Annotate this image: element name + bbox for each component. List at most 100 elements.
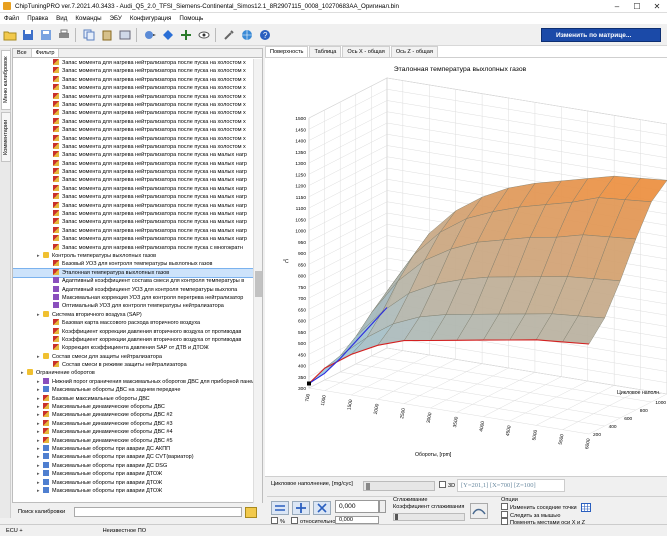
copy-icon[interactable] [81, 27, 97, 43]
tab-table[interactable]: Таблица [309, 46, 342, 57]
arrows-icon[interactable] [178, 27, 194, 43]
surface-plot[interactable]: Эталонная температура выхлопных газов 300… [265, 57, 667, 475]
equal-button[interactable] [271, 501, 289, 515]
tree-item[interactable]: Эталонная температура выхлопных газов [13, 267, 253, 279]
tree-item[interactable]: ▸ Максимальные обороты при аварии ДТОЖ [13, 486, 253, 495]
tree-item[interactable]: Запас момента для нагрева нейтрализатора… [13, 59, 253, 67]
compare-icon[interactable] [117, 27, 133, 43]
surface-chart-svg[interactable]: Эталонная температура выхлопных газов 300… [265, 58, 667, 476]
tree-item[interactable]: ▸ Максимальные обороты при аварии ДТОЖ [13, 478, 253, 487]
tree-item[interactable]: Адаптивный коэффициент УОЗ для контроля … [13, 285, 253, 294]
tree-item[interactable]: Состав смеси в режиме защиты нейтрализат… [13, 361, 253, 369]
tree-item[interactable]: Запас момента для нагрева нейтрализатора… [13, 210, 253, 218]
tab-axis-z[interactable]: Ось Z - общая [390, 46, 438, 57]
tree-item[interactable]: Запас момента для нагрева нейтрализатора… [13, 151, 253, 159]
save-all-icon[interactable] [38, 27, 54, 43]
calibration-tree[interactable]: Запас момента для нагрева нейтрализатора… [13, 59, 253, 503]
tree-item[interactable]: Запас момента для нагрева нейтрализатора… [13, 75, 253, 84]
menu-file[interactable]: Файл [0, 15, 23, 22]
tree-item[interactable]: Запас момента для нагрева нейтрализатора… [13, 235, 253, 243]
diamond-icon[interactable] [160, 27, 176, 43]
scroll-thumb[interactable] [255, 271, 262, 297]
tree-item[interactable]: ▸ Максимальные динамические обороты ДВС [13, 403, 253, 411]
tree-item[interactable]: ▸ Максимальные обороты при аварии ДС DSG [13, 461, 253, 470]
tab-filter[interactable]: Фильтр [31, 49, 60, 57]
three-d-checkbox[interactable] [439, 481, 446, 488]
ecu-connect-icon[interactable] [142, 27, 158, 43]
follow-mouse-checkbox[interactable] [501, 511, 508, 518]
tree-item[interactable]: Коэффициент коррекции давления вторичног… [13, 327, 253, 336]
relative-checkbox[interactable] [291, 517, 298, 524]
fill-slider[interactable] [363, 481, 435, 491]
menu-help[interactable]: Помощь [175, 15, 207, 22]
swap-axes-checkbox[interactable] [501, 518, 508, 525]
relative-value-input[interactable]: 0,000 [335, 516, 379, 524]
minimize-button[interactable]: – [607, 0, 627, 13]
search-input[interactable] [74, 507, 242, 517]
tree-item[interactable]: Запас момента для нагрева нейтрализатора… [13, 134, 253, 143]
grid-icon[interactable] [581, 503, 591, 512]
percent-checkbox[interactable] [271, 517, 278, 524]
tree-item[interactable]: Запас момента для нагрева нейтрализатора… [13, 126, 253, 134]
globe-icon[interactable] [239, 27, 255, 43]
open-folder-icon[interactable] [2, 27, 18, 43]
tree-item[interactable]: Запас момента для нагрева нейтрализатора… [13, 168, 253, 176]
tree-item[interactable]: Запас момента для нагрева нейтрализатора… [13, 84, 253, 92]
tools-icon[interactable] [221, 27, 237, 43]
edit-by-matrix-button[interactable]: Изменить по матрице... [541, 28, 661, 42]
close-button[interactable]: ✕ [647, 0, 667, 13]
menu-view[interactable]: Вид [52, 15, 71, 22]
help-icon[interactable]: ? [257, 27, 273, 43]
smoothing-slider[interactable] [393, 513, 465, 521]
tree-item[interactable]: Запас момента для нагрева нейтрализатора… [13, 117, 253, 126]
tree-item[interactable]: Запас момента для нагрева нейтрализатора… [13, 184, 253, 193]
tree-item[interactable]: ▸ Контроль температуры выхлопных газов [13, 251, 253, 260]
tree-item[interactable]: Адаптивный коэффициент состава смеси для… [13, 277, 253, 285]
tree-item[interactable]: Запас момента для нагрева нейтрализатора… [13, 243, 253, 252]
tree-item[interactable]: Запас момента для нагрева нейтрализатора… [13, 218, 253, 226]
menu-edit[interactable]: Правка [23, 15, 52, 22]
value-spinner[interactable] [379, 500, 386, 513]
tab-comments[interactable]: Комментарии [1, 112, 11, 162]
smooth-apply-button[interactable] [470, 503, 488, 519]
paste-icon[interactable] [99, 27, 115, 43]
tree-item[interactable]: Запас момента для нагрева нейтрализатора… [13, 201, 253, 210]
tree-item[interactable]: ▸ Состав смеси для защиты нейтрализатора [13, 352, 253, 361]
print-icon[interactable] [56, 27, 72, 43]
tree-item[interactable]: Запас момента для нагрева нейтрализатора… [13, 176, 253, 184]
tree-item[interactable]: Запас момента для нагрева нейтрализатора… [13, 100, 253, 109]
tree-item[interactable]: Максимальная коррекция УОЗ для контроля … [13, 293, 253, 302]
tree-item[interactable]: ▸ Нижний порог ограничения максимальных о… [13, 377, 253, 386]
tree-item[interactable]: ▸ Максимальные обороты ДВС на заднем пере… [13, 386, 253, 394]
tree-item[interactable]: ▸ Максимальные динамические обороты ДВС #… [13, 419, 253, 428]
tree-item[interactable]: Оптимальный УОЗ для контроля температуры… [13, 302, 253, 310]
save-icon[interactable] [20, 27, 36, 43]
tree-item[interactable]: Запас момента для нагрева нейтрализатора… [13, 92, 253, 101]
tree-scrollbar[interactable] [253, 59, 262, 503]
tree-item[interactable]: Запас момента для нагрева нейтрализатора… [13, 109, 253, 117]
tree-item[interactable]: ▸ Максимальные обороты при аварии ДТОЖ [13, 470, 253, 478]
tree-item[interactable]: ▸ Ограничение оборотов [13, 369, 253, 377]
tree-item[interactable]: ▸ Система вторичного воздуха (SAP) [13, 310, 253, 319]
tree-item[interactable]: Запас момента для нагрева нейтрализатора… [13, 193, 253, 201]
tree-item[interactable]: Запас момента для нагрева нейтрализатора… [13, 159, 253, 168]
tree-item[interactable]: ▸ Максимальные обороты при аварии ДС АКПП [13, 444, 253, 453]
maximize-button[interactable]: ☐ [627, 0, 647, 13]
tree-item[interactable]: Запас момента для нагрева нейтрализатора… [13, 67, 253, 75]
neighbor-points-checkbox[interactable] [501, 503, 508, 510]
tree-item[interactable]: ▸ Максимальные динамические обороты ДВС #… [13, 436, 253, 445]
tree-item[interactable]: Запас момента для нагрева нейтрализатора… [13, 142, 253, 151]
menu-config[interactable]: Конфигурация [126, 15, 176, 22]
multiply-button[interactable] [313, 501, 331, 515]
tab-surface[interactable]: Поверхность [265, 46, 309, 57]
tree-item[interactable]: Базовая карта массового расхода вторично… [13, 319, 253, 327]
eye-icon[interactable] [196, 27, 212, 43]
tree-item[interactable]: ▸ Максимальные динамические обороты ДВС #… [13, 428, 253, 436]
menu-ecu[interactable]: ЭБУ [106, 15, 126, 22]
tree-item[interactable]: Коррекция коэффициента давления SAP от Д… [13, 344, 253, 352]
add-button[interactable] [292, 501, 310, 515]
menu-commands[interactable]: Команды [71, 15, 105, 22]
tree-item[interactable]: Коэффициент коррекции давления вторичног… [13, 335, 253, 344]
search-button[interactable] [245, 506, 257, 518]
tree-item[interactable]: Базовый УОЗ для контроля температуры вых… [13, 260, 253, 268]
